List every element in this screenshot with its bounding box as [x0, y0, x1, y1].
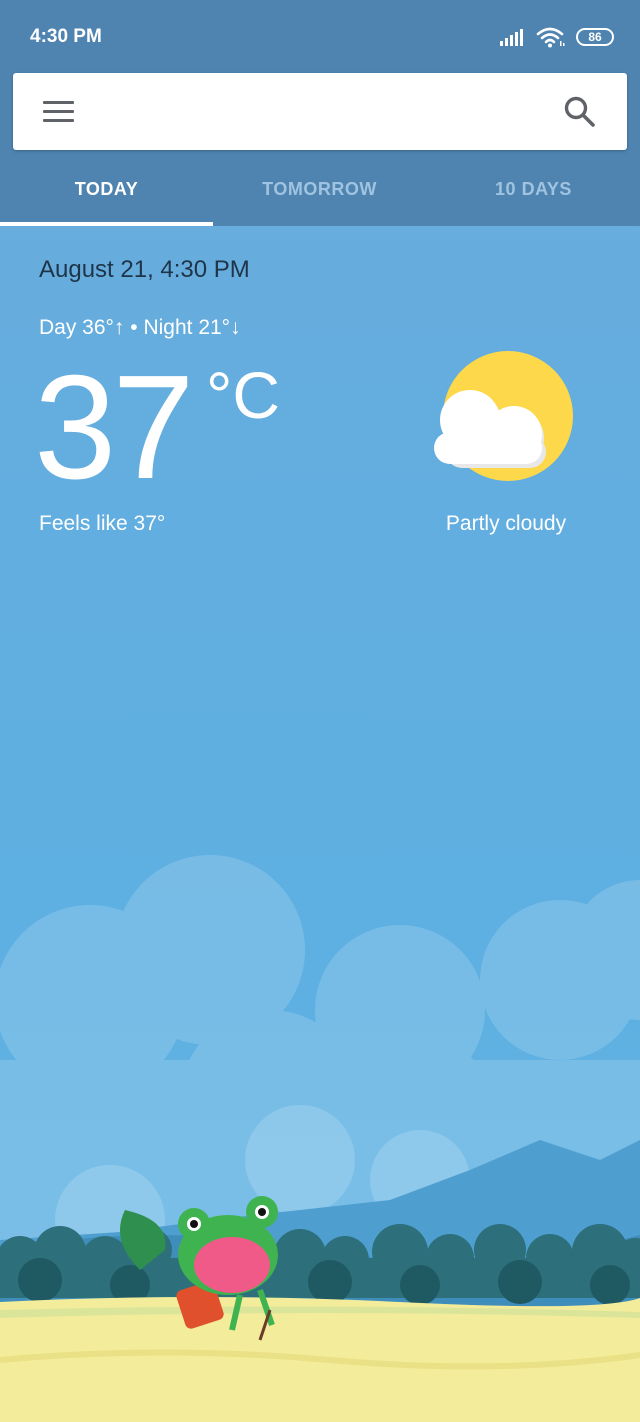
weather-app: 4:30 PM 86 TODAY TOMORROW 10 DAYS August…: [0, 0, 640, 1422]
day-night-temps: Day 36°↑ • Night 21°↓: [39, 316, 241, 339]
signal-icon: [500, 29, 523, 46]
landscape-illustration: [0, 855, 640, 1422]
weather-condition: Partly cloudy: [445, 512, 567, 535]
search-bar[interactable]: [13, 73, 627, 150]
status-bar: 4:30 PM 86: [0, 0, 640, 68]
partly-cloudy-icon: [434, 351, 573, 481]
status-icons: 86: [500, 22, 614, 52]
feels-like: Feels like 37°: [39, 512, 166, 535]
tab-10-days[interactable]: 10 DAYS: [427, 156, 640, 222]
current-temperature: 37: [34, 345, 195, 510]
search-input[interactable]: [103, 93, 547, 133]
battery-level: 86: [588, 30, 602, 44]
date-time: August 21, 4:30 PM: [39, 256, 250, 283]
wifi-icon: [536, 27, 565, 48]
tab-tomorrow[interactable]: TOMORROW: [213, 156, 426, 222]
menu-icon[interactable]: [43, 99, 75, 125]
temperature-unit: °C: [206, 358, 281, 432]
tab-today[interactable]: TODAY: [0, 156, 213, 222]
status-time: 4:30 PM: [30, 26, 102, 47]
tab-indicator: [0, 222, 213, 226]
tab-bar: TODAY TOMORROW 10 DAYS: [0, 156, 640, 226]
search-icon[interactable]: [563, 95, 597, 129]
battery-icon: 86: [576, 28, 614, 46]
